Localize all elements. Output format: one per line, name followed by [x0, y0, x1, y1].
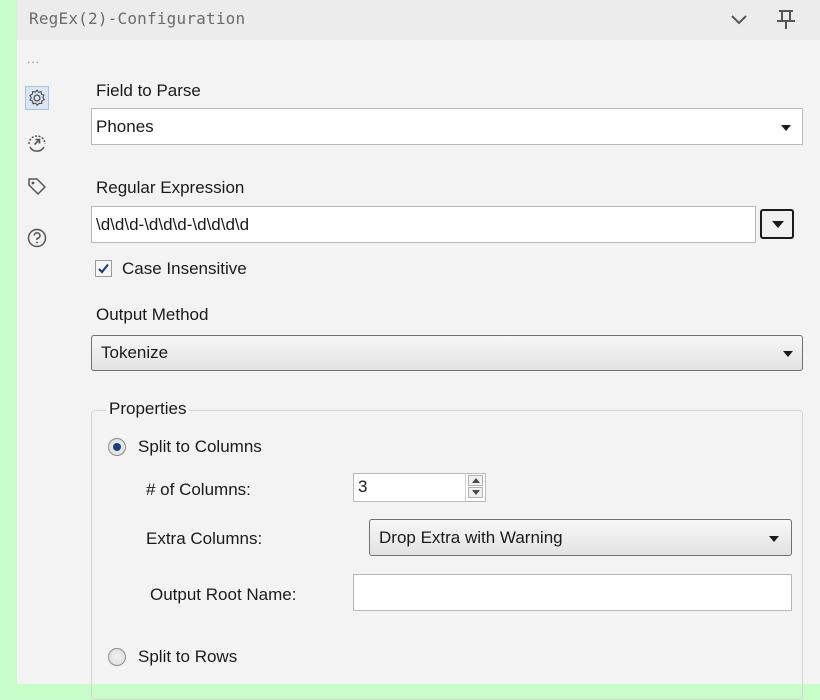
help-icon[interactable]: [25, 226, 49, 250]
radio-selected-dot: [113, 443, 121, 451]
configuration-panel: RegEx(2)-Configuration ... Field to Pars…: [17, 0, 820, 700]
caret-down-icon: [772, 221, 784, 228]
field-to-parse-dropdown[interactable]: Phones: [91, 108, 803, 145]
regular-expression-input[interactable]: \d\d\d-\d\d\d-\d\d\d\d: [91, 206, 756, 243]
panel-title: RegEx(2)-Configuration: [29, 9, 246, 28]
extra-columns-label: Extra Columns:: [146, 529, 263, 548]
panel-menu-dots[interactable]: ...: [27, 53, 40, 65]
case-insensitive-label: Case Insensitive: [122, 259, 247, 278]
extra-columns-value: Drop Extra with Warning: [379, 528, 563, 547]
regular-expression-value: \d\d\d-\d\d\d-\d\d\d\d: [96, 215, 250, 234]
panel-titlebar: RegEx(2)-Configuration: [17, 0, 820, 40]
num-columns-label: # of Columns:: [146, 480, 251, 499]
field-to-parse-label: Field to Parse: [96, 81, 201, 100]
output-root-name-input[interactable]: [353, 574, 792, 611]
pin-icon[interactable]: [775, 8, 797, 30]
field-to-parse-dropdown-arrow-icon[interactable]: [781, 125, 791, 131]
split-to-rows-radio[interactable]: [108, 648, 126, 666]
chevron-down-icon[interactable]: [728, 8, 750, 30]
tag-icon[interactable]: [25, 174, 49, 198]
output-method-dropdown[interactable]: Tokenize: [91, 335, 803, 371]
regex-options-button[interactable]: [760, 209, 794, 239]
field-to-parse-value: Phones: [96, 117, 154, 136]
extra-columns-dropdown[interactable]: Drop Extra with Warning: [369, 519, 792, 556]
output-method-value: Tokenize: [101, 343, 169, 362]
checkmark-icon: [98, 263, 109, 274]
regular-expression-label: Regular Expression: [96, 178, 245, 197]
spin-up-button[interactable]: [468, 475, 483, 486]
caret-up-icon: [472, 478, 480, 483]
case-insensitive-checkbox[interactable]: [95, 260, 112, 277]
split-to-columns-radio[interactable]: [108, 438, 126, 456]
num-columns-spinner[interactable]: [465, 473, 485, 501]
output-arrow-icon[interactable]: [25, 130, 49, 154]
properties-legend: Properties: [106, 399, 190, 419]
split-to-rows-label: Split to Rows: [138, 647, 238, 666]
caret-down-icon: [472, 490, 480, 495]
num-columns-value: 3: [358, 477, 368, 496]
extra-columns-dropdown-arrow-icon[interactable]: [769, 536, 779, 542]
output-method-dropdown-arrow-icon[interactable]: [783, 351, 793, 357]
output-method-label: Output Method: [96, 305, 209, 324]
split-to-columns-label: Split to Columns: [138, 437, 262, 456]
spin-down-button[interactable]: [468, 487, 483, 498]
output-root-name-label: Output Root Name:: [150, 585, 297, 604]
gear-icon[interactable]: [25, 86, 49, 110]
